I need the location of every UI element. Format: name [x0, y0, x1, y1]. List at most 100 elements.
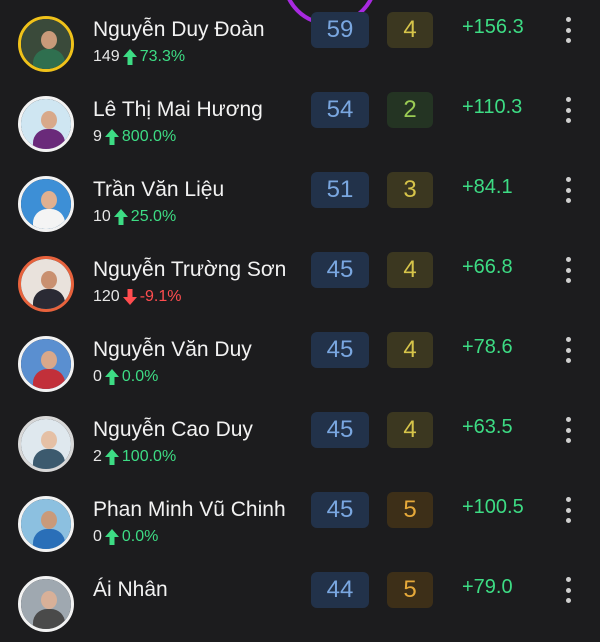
leaderboard-row[interactable]: Nguyễn Trường Sơn 120 -9.1% 45 4 +66.8 — [0, 242, 600, 322]
avatar-head — [41, 31, 57, 49]
player-name[interactable]: Ái Nhân — [93, 578, 168, 602]
score-badge: 59 — [311, 12, 369, 48]
trend-arrow-icon — [104, 449, 119, 465]
rating-delta: +84.1 — [462, 176, 513, 198]
more-options-icon[interactable] — [558, 14, 578, 46]
more-options-icon[interactable] — [558, 174, 578, 206]
avatar-head — [41, 111, 57, 129]
rating-delta: +66.8 — [462, 256, 513, 278]
trend-arrow-icon — [113, 209, 128, 225]
score-badge: 54 — [311, 92, 369, 128]
player-stats: 10 25.0% — [93, 208, 176, 226]
more-options-icon[interactable] — [558, 494, 578, 526]
avatar-body — [33, 529, 65, 549]
player-stats: 9 800.0% — [93, 128, 176, 146]
trend-percent: 73.3% — [139, 48, 186, 65]
player-name[interactable]: Nguyễn Duy Đoàn — [93, 18, 265, 42]
rank-badge: 4 — [387, 252, 433, 288]
avatar[interactable] — [18, 416, 74, 472]
avatar-body — [33, 209, 65, 229]
score-badge: 45 — [311, 252, 369, 288]
player-name[interactable]: Trần Văn Liệu — [93, 178, 224, 202]
avatar[interactable] — [18, 176, 74, 232]
more-options-icon[interactable] — [558, 254, 578, 286]
avatar-head — [41, 591, 57, 609]
player-stats: 2 100.0% — [93, 448, 176, 466]
trend-percent: 800.0% — [121, 128, 177, 145]
more-options-icon[interactable] — [558, 334, 578, 366]
more-options-icon[interactable] — [558, 94, 578, 126]
rank-badge: 4 — [387, 332, 433, 368]
avatar[interactable] — [18, 496, 74, 552]
match-count: 9 — [93, 128, 102, 145]
avatar-head — [41, 191, 57, 209]
trend-percent: 0.0% — [121, 528, 159, 545]
player-name[interactable]: Nguyễn Văn Duy — [93, 338, 252, 362]
match-count: 0 — [93, 368, 102, 385]
trend-percent: -9.1% — [139, 288, 182, 305]
avatar-head — [41, 431, 57, 449]
leaderboard-row[interactable]: Trần Văn Liệu 10 25.0% 51 3 +84.1 — [0, 162, 600, 242]
rating-delta: +156.3 — [462, 16, 524, 38]
score-badge: 51 — [311, 172, 369, 208]
rank-badge: 5 — [387, 492, 433, 528]
trend-arrow-icon — [104, 369, 119, 385]
avatar-body — [33, 129, 65, 149]
leaderboard-row[interactable]: Nguyễn Cao Duy 2 100.0% 45 4 +63.5 — [0, 402, 600, 482]
more-options-icon[interactable] — [558, 414, 578, 446]
rank-badge: 4 — [387, 12, 433, 48]
score-badge: 45 — [311, 412, 369, 448]
rank-badge: 4 — [387, 412, 433, 448]
avatar-body — [33, 449, 65, 469]
rank-badge: 5 — [387, 572, 433, 608]
match-count: 0 — [93, 528, 102, 545]
score-badge: 45 — [311, 332, 369, 368]
player-name[interactable]: Lê Thị Mai Hương — [93, 98, 263, 122]
more-options-icon[interactable] — [558, 574, 578, 606]
leaderboard-row[interactable]: Ái Nhân 44 5 +79.0 — [0, 562, 600, 642]
match-count: 2 — [93, 448, 102, 465]
trend-percent: 0.0% — [121, 368, 159, 385]
trend-percent: 25.0% — [130, 208, 177, 225]
player-name[interactable]: Nguyễn Trường Sơn — [93, 258, 286, 282]
avatar[interactable] — [18, 96, 74, 152]
avatar-body — [33, 369, 65, 389]
match-count: 120 — [93, 288, 120, 305]
avatar-body — [33, 609, 65, 629]
score-badge: 45 — [311, 492, 369, 528]
player-stats: 149 73.3% — [93, 48, 185, 66]
avatar-head — [41, 511, 57, 529]
rating-delta: +78.6 — [462, 336, 513, 358]
player-name[interactable]: Phan Minh Vũ Chinh — [93, 498, 286, 522]
avatar[interactable] — [18, 336, 74, 392]
avatar[interactable] — [18, 576, 74, 632]
rating-delta: +79.0 — [462, 576, 513, 598]
rank-badge: 3 — [387, 172, 433, 208]
avatar-head — [41, 351, 57, 369]
leaderboard-row[interactable]: Nguyễn Duy Đoàn 149 73.3% 59 4 +156.3 — [0, 2, 600, 82]
trend-arrow-icon — [122, 49, 137, 65]
avatar[interactable] — [18, 16, 74, 72]
trend-arrow-icon — [104, 529, 119, 545]
match-count: 10 — [93, 208, 111, 225]
avatar[interactable] — [18, 256, 74, 312]
avatar-body — [33, 289, 65, 309]
avatar-head — [41, 271, 57, 289]
player-stats: 0 0.0% — [93, 528, 158, 546]
trend-arrow-icon — [104, 129, 119, 145]
rating-delta: +110.3 — [462, 96, 523, 118]
rating-delta: +100.5 — [462, 496, 524, 518]
trend-arrow-icon — [122, 289, 137, 305]
match-count: 149 — [93, 48, 120, 65]
leaderboard-row[interactable]: Lê Thị Mai Hương 9 800.0% 54 2 +110.3 — [0, 82, 600, 162]
score-badge: 44 — [311, 572, 369, 608]
avatar-body — [33, 49, 65, 69]
trend-percent: 100.0% — [121, 448, 177, 465]
player-stats: 0 0.0% — [93, 368, 158, 386]
player-stats: 120 -9.1% — [93, 288, 182, 306]
leaderboard-row[interactable]: Phan Minh Vũ Chinh 0 0.0% 45 5 +100.5 — [0, 482, 600, 562]
leaderboard-row[interactable]: Nguyễn Văn Duy 0 0.0% 45 4 +78.6 — [0, 322, 600, 402]
player-name[interactable]: Nguyễn Cao Duy — [93, 418, 253, 442]
rating-delta: +63.5 — [462, 416, 513, 438]
rank-badge: 2 — [387, 92, 433, 128]
